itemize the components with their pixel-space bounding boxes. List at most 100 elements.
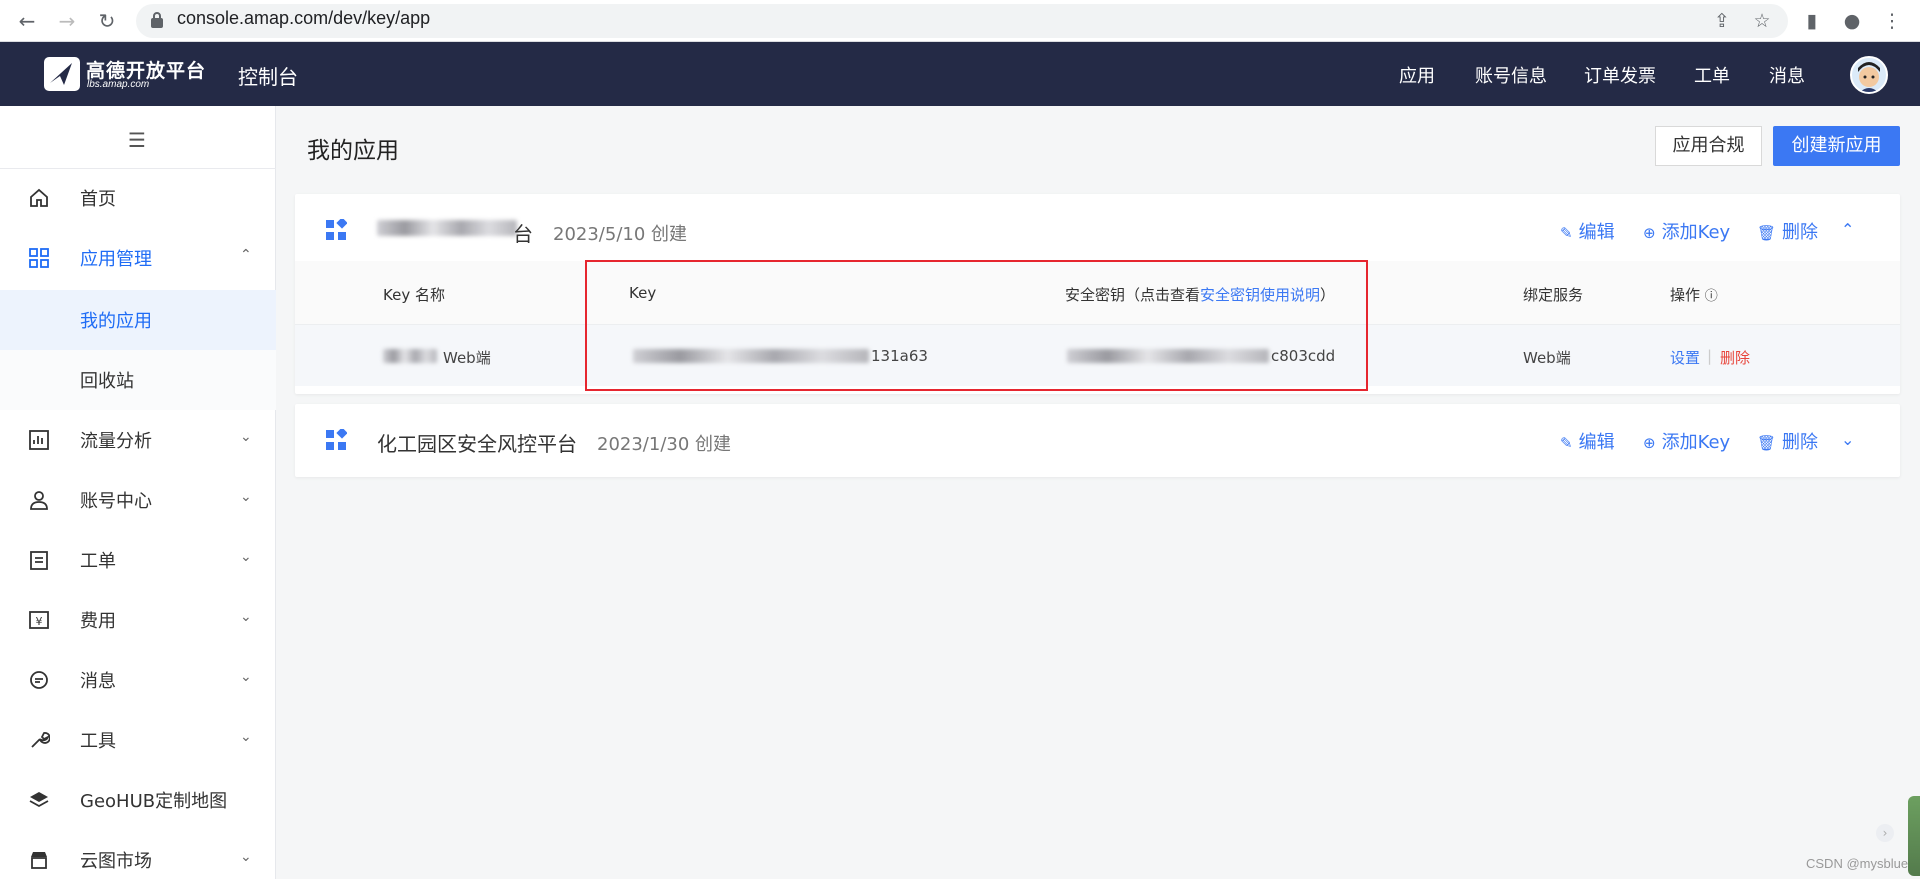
- watermark: CSDN @mysblue: [1806, 856, 1909, 871]
- scrollbar[interactable]: [1908, 796, 1920, 876]
- menu-toggle-icon[interactable]: ☰: [128, 128, 146, 152]
- bound-service: Web端: [1523, 349, 1571, 367]
- sidebar-item-label: 消息: [80, 671, 116, 692]
- sidebar-item-traffic-analysis[interactable]: 流量分析 ⌄: [0, 410, 276, 470]
- amap-logo-icon[interactable]: [42, 55, 82, 93]
- sidebar-item-label: 云图市场: [80, 851, 152, 872]
- col-bound-service: 绑定服务: [1523, 286, 1584, 304]
- col-actions-label: 操作: [1670, 286, 1701, 304]
- key-name: Web端: [443, 349, 491, 367]
- nav-orders-invoices[interactable]: 订单发票: [1584, 62, 1656, 88]
- store-icon: [31, 852, 47, 869]
- sidebar-item-billing[interactable]: ¥ 费用 ⌄: [0, 590, 276, 650]
- wrench-icon: [31, 732, 50, 748]
- delete-key-link[interactable]: 删除: [1720, 347, 1750, 368]
- sidebar-item-recycle-bin[interactable]: 回收站: [0, 350, 276, 410]
- app-grid-icon: [326, 429, 347, 450]
- browser-toolbar: ← → ↻ console.amap.com/dev/key/app ⇪ ☆ ▮…: [0, 0, 1920, 42]
- settings-link[interactable]: 设置: [1670, 347, 1700, 368]
- delete-label: 删除: [1782, 432, 1819, 453]
- add-key-label: 添加Key: [1661, 432, 1731, 453]
- chevron-down-icon: ⌄: [240, 549, 252, 565]
- sidebar-item-my-apps[interactable]: 我的应用: [0, 290, 276, 350]
- create-app-button[interactable]: 创建新应用: [1773, 126, 1900, 166]
- chevron-down-icon: ⌄: [240, 849, 252, 865]
- sidebar-item-cloud-market[interactable]: 云图市场 ⌄: [0, 830, 276, 879]
- delete-label: 删除: [1782, 222, 1819, 243]
- delete-button[interactable]: 🗑 删除: [1757, 428, 1818, 454]
- grid-icon: [29, 248, 49, 268]
- edit-icon: ✎: [1560, 434, 1573, 452]
- chevron-down-icon: ⌄: [240, 729, 252, 745]
- chevron-down-icon[interactable]: ⌄: [1841, 430, 1854, 449]
- sidebar-item-tickets[interactable]: 工单 ⌄: [0, 530, 276, 590]
- add-key-label: 添加Key: [1661, 222, 1731, 243]
- add-key-button[interactable]: ⊕ 添加Key: [1643, 218, 1730, 244]
- page-title: 我的应用: [307, 138, 399, 164]
- forward-icon[interactable]: →: [54, 8, 80, 34]
- menu-dots-icon[interactable]: ⋮: [1880, 9, 1904, 33]
- reload-icon[interactable]: ↻: [94, 8, 120, 34]
- bookmark-star-icon[interactable]: ☆: [1750, 9, 1774, 33]
- chevron-up-icon[interactable]: ⌃: [1841, 220, 1854, 239]
- back-icon[interactable]: ←: [14, 8, 40, 34]
- plus-circle-icon: ⊕: [1643, 434, 1656, 452]
- sidebar-item-label: 流量分析: [80, 431, 152, 452]
- layers-icon: [29, 792, 49, 808]
- plus-circle-icon: ⊕: [1643, 224, 1656, 242]
- url-text[interactable]: console.amap.com/dev/key/app: [177, 8, 430, 29]
- sidebar-item-label: 工具: [80, 731, 116, 752]
- sidebar-item-geohub[interactable]: GeoHUB定制地图: [0, 770, 276, 830]
- add-key-button[interactable]: ⊕ 添加Key: [1643, 428, 1730, 454]
- sidebar-item-account-center[interactable]: 账号中心 ⌄: [0, 470, 276, 530]
- app-compliance-button[interactable]: 应用合规: [1655, 126, 1762, 166]
- sidebar-item-messages[interactable]: 消息 ⌄: [0, 650, 276, 710]
- avatar[interactable]: [1850, 56, 1888, 94]
- app-card: 化工园区安全风控平台 2023/1/30 创建 ✎ 编辑 ⊕ 添加Key 🗑 删除 ⌄: [295, 404, 1900, 477]
- lock-icon: [151, 12, 163, 28]
- nav-messages[interactable]: 消息: [1769, 62, 1805, 88]
- sidebar-item-label: 应用管理: [80, 249, 152, 270]
- chevron-down-icon: ⌄: [240, 609, 252, 625]
- sidebar-item-label: 首页: [80, 189, 116, 210]
- app-grid-icon: [326, 219, 347, 240]
- col-actions: 操作 ⓘ: [1670, 284, 1718, 305]
- delete-button[interactable]: 🗑 删除: [1757, 218, 1818, 244]
- app-created-date: 2023/5/10 创建: [553, 224, 688, 245]
- sidebar-item-tools[interactable]: 工具 ⌄: [0, 710, 276, 770]
- blurred-app-name: [377, 220, 517, 236]
- sidebar-item-label: 工单: [80, 551, 116, 572]
- chart-icon: [29, 430, 49, 450]
- blurred-key-name: [383, 349, 437, 363]
- sidebar-item-label: 我的应用: [80, 311, 152, 332]
- app-name: 台: [513, 222, 533, 246]
- svg-text:¥: ¥: [36, 615, 43, 628]
- nav-tickets[interactable]: 工单: [1694, 62, 1730, 88]
- console-title[interactable]: 控制台: [238, 61, 298, 90]
- sidebar-item-label: 费用: [80, 611, 116, 632]
- edit-button[interactable]: ✎ 编辑: [1560, 428, 1615, 454]
- sidebar-item-app-management[interactable]: 应用管理 ⌃: [0, 228, 276, 288]
- profile-icon[interactable]: ●: [1840, 9, 1864, 33]
- chevron-down-icon: ⌄: [240, 489, 252, 505]
- home-icon: [30, 188, 48, 207]
- info-icon[interactable]: ⓘ: [1705, 289, 1718, 304]
- avatar-face-icon: [1858, 62, 1880, 92]
- share-icon[interactable]: ⇪: [1710, 9, 1734, 33]
- side-panel-icon[interactable]: ▮: [1800, 9, 1824, 33]
- highlight-box: [585, 260, 1368, 391]
- chevron-down-icon: ⌄: [240, 429, 252, 445]
- chevron-right-icon[interactable]: ›: [1876, 824, 1894, 842]
- nav-account-info[interactable]: 账号信息: [1475, 62, 1547, 88]
- nav-apps[interactable]: 应用: [1399, 62, 1435, 88]
- message-icon: [30, 671, 48, 689]
- app-created-date: 2023/1/30 创建: [597, 434, 732, 455]
- logo-domain: lbs.amap.com: [87, 79, 150, 90]
- sidebar-item-home[interactable]: 首页: [0, 168, 276, 228]
- top-navbar: 高德开放平台 lbs.amap.com 控制台 应用 账号信息 订单发票 工单 …: [0, 42, 1920, 106]
- action-separator: |: [1707, 347, 1713, 365]
- edit-button[interactable]: ✎ 编辑: [1560, 218, 1615, 244]
- app-name: 化工园区安全风控平台: [377, 432, 577, 456]
- user-icon: [30, 491, 48, 510]
- edit-label: 编辑: [1578, 222, 1615, 243]
